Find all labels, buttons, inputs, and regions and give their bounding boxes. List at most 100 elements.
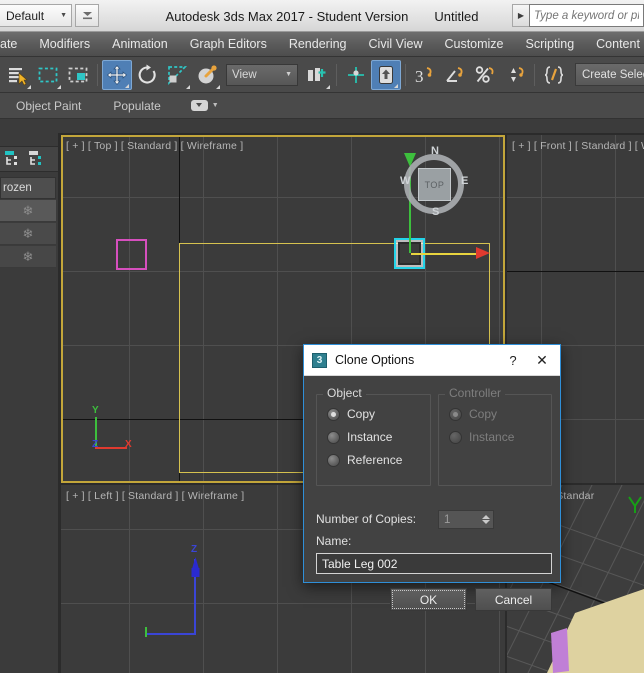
axis-y-tick (145, 627, 147, 637)
select-window-crossing-icon[interactable] (63, 60, 93, 90)
select-region-rect-icon[interactable] (33, 60, 63, 90)
menu-bar: ate Modifiers Animation Graph Editors Re… (0, 32, 644, 57)
scene-explorer-column-header[interactable]: rozen (0, 177, 56, 199)
compass-north-label[interactable]: N (431, 145, 439, 157)
radio-button-icon[interactable] (327, 407, 340, 421)
toolbar-separator (97, 63, 98, 86)
select-and-rotate-icon[interactable] (132, 60, 162, 90)
name-label: Name: (316, 534, 352, 548)
angle-snap-icon[interactable]: 3 (410, 60, 440, 90)
select-and-manipulate-icon[interactable] (341, 60, 371, 90)
create-selection-set-field[interactable]: Create Select (575, 63, 644, 86)
frozen-icon[interactable]: ❄ (23, 204, 34, 217)
named-selection-sets-icon[interactable] (539, 60, 569, 90)
menu-rendering[interactable]: Rendering (278, 32, 358, 56)
number-of-copies-label: Number of Copies: (316, 512, 417, 526)
ribbon-tab-object-paint[interactable]: Object Paint (0, 99, 97, 113)
view-cube-face[interactable]: TOP (418, 168, 451, 201)
menu-graph-editors[interactable]: Graph Editors (179, 32, 278, 56)
dialog-button-row: OK Cancel (316, 588, 552, 611)
viewport-front-label[interactable]: [ + ] [ Front ] [ Standard ] [ W (512, 140, 644, 152)
compass-east-label[interactable]: E (461, 175, 468, 187)
workspace-menu-button[interactable] (75, 4, 99, 27)
move-gizmo-x-axis[interactable] (411, 253, 479, 255)
radio-object-instance[interactable]: Instance (327, 430, 392, 444)
radio-button-icon[interactable] (327, 453, 340, 467)
axis-horizontal-line (146, 633, 196, 635)
flyout-corner-icon (326, 84, 330, 89)
radio-button-icon[interactable] (327, 430, 340, 444)
radio-button-icon (449, 430, 462, 444)
radio-label: Copy (347, 407, 376, 421)
menu-animation[interactable]: Animation (101, 32, 179, 56)
axis-label-y: Y (92, 405, 99, 416)
scene-explorer-toolbar (0, 146, 58, 172)
snaps-toggle-icon[interactable] (371, 59, 401, 90)
select-and-move-icon[interactable] (102, 59, 132, 90)
scene-explorer-row[interactable]: ❄ (0, 200, 56, 222)
main-toolbar: View ▼ 3 Create Sele (0, 57, 644, 93)
radio-object-reference[interactable]: Reference (327, 453, 402, 467)
radio-button-icon (449, 407, 462, 421)
move-gizmo-x-arrow-icon[interactable] (476, 247, 490, 259)
search-input[interactable] (529, 4, 644, 27)
menu-create[interactable]: ate (0, 32, 28, 56)
help-icon[interactable]: ? (500, 346, 526, 375)
cancel-button[interactable]: Cancel (475, 588, 552, 611)
spinner-arrows-icon[interactable] (482, 515, 490, 524)
app-title: Autodesk 3ds Max 2017 - Student Version (165, 8, 409, 24)
close-icon[interactable]: ✕ (526, 346, 558, 375)
radio-object-copy[interactable]: Copy (327, 407, 375, 421)
controller-group: Controller Copy Instance (438, 386, 552, 486)
menu-scripting[interactable]: Scripting (515, 32, 586, 56)
axis-triad-top: Y X Z (89, 405, 139, 455)
select-object-icon[interactable] (3, 60, 33, 90)
app-icon-glyph: 3 (316, 354, 323, 366)
expand-all-icon[interactable] (4, 150, 22, 168)
angle-snap-toggle-icon[interactable] (440, 60, 470, 90)
dialog-title: Clone Options (335, 353, 415, 367)
collapse-all-icon[interactable] (28, 150, 46, 168)
scene-explorer-row[interactable]: ❄ (0, 246, 56, 268)
reference-coordinate-system-dropdown[interactable]: View ▼ (226, 63, 298, 86)
object-table-leg (551, 628, 569, 673)
select-and-place-icon[interactable] (192, 60, 222, 90)
axis-x-line (95, 447, 127, 449)
menu-content[interactable]: Content (585, 32, 644, 56)
ok-button[interactable]: OK (390, 588, 467, 611)
populate-dropdown-icon (190, 100, 208, 111)
compass-south-label[interactable]: S (432, 206, 439, 218)
title-bar: Default ▼ Autodesk 3ds Max 2017 - Studen… (0, 0, 644, 32)
view-cube[interactable]: TOP N E S W (398, 145, 470, 220)
name-input[interactable] (316, 553, 552, 574)
object-table-leg-unselected[interactable] (116, 239, 147, 270)
search-expand-icon[interactable]: ▶ (512, 4, 529, 27)
toolbar-separator (405, 63, 406, 86)
scene-explorer-row[interactable]: ❄ (0, 223, 56, 245)
number-of-copies-stepper[interactable]: 1 (438, 510, 494, 529)
dialog-title-bar[interactable]: 3 Clone Options ? ✕ (304, 345, 560, 376)
select-and-scale-icon[interactable] (162, 60, 192, 90)
frozen-icon[interactable]: ❄ (23, 250, 34, 263)
dialog-body: Object Copy Instance Reference Controlle… (304, 376, 560, 611)
3dsmax-app-icon: 3 (312, 352, 327, 368)
spinner-up-icon[interactable] (482, 515, 490, 519)
spinner-snap-icon[interactable] (500, 60, 530, 90)
menu-modifiers[interactable]: Modifiers (28, 32, 101, 56)
menu-civil-view[interactable]: Civil View (358, 32, 434, 56)
grid-axis-line (507, 271, 644, 272)
viewport-left-label[interactable]: [ + ] [ Left ] [ Standard ] [ Wireframe … (66, 490, 244, 502)
compass-west-label[interactable]: W (400, 175, 410, 187)
axis-label-z: Z (191, 544, 198, 555)
workspace-dropdown[interactable]: Default ▼ (0, 4, 72, 27)
percent-snap-icon[interactable] (470, 60, 500, 90)
spinner-down-icon[interactable] (482, 520, 490, 524)
use-pivot-center-icon[interactable] (302, 60, 332, 90)
frozen-icon[interactable]: ❄ (23, 227, 34, 240)
viewport-top-label[interactable]: [ + ] [ Top ] [ Standard ] [ Wireframe ] (66, 140, 243, 152)
axis-label-x: X (125, 439, 132, 450)
menu-customize[interactable]: Customize (433, 32, 514, 56)
controller-group-label: Controller (445, 386, 506, 400)
populate-dropdown-button[interactable]: ▼ (190, 100, 219, 111)
ribbon-tab-populate[interactable]: Populate (97, 99, 176, 113)
